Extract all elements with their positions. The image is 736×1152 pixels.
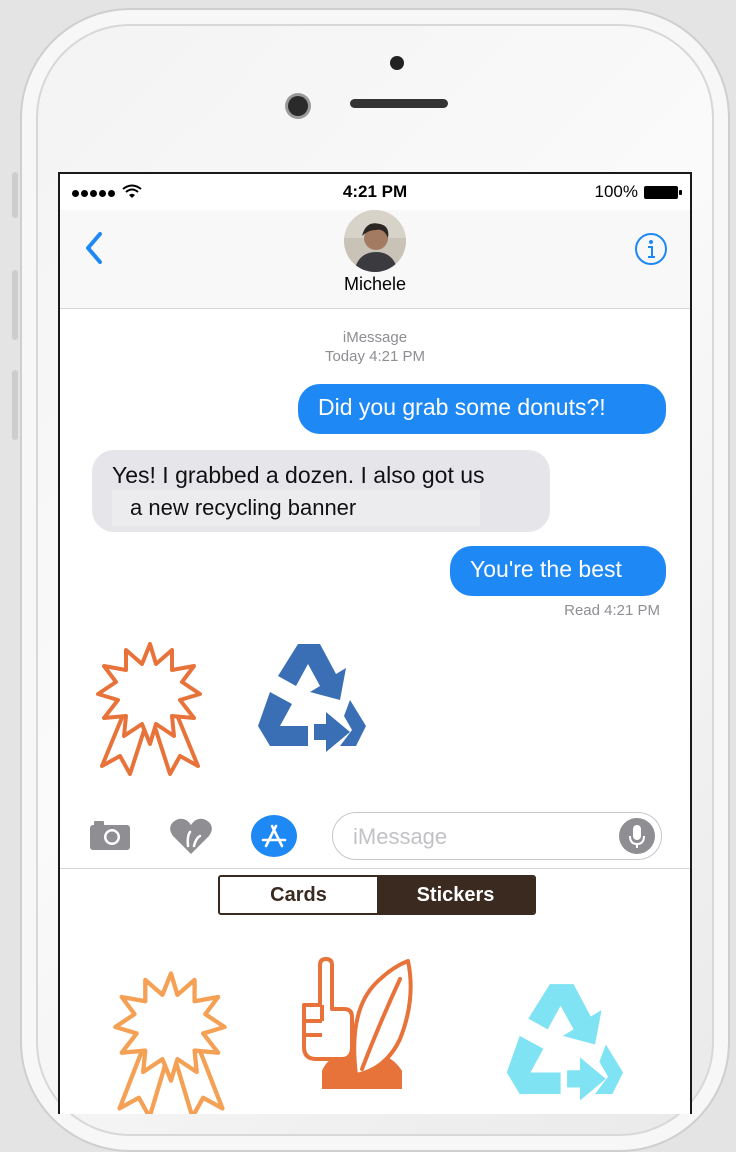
award-sticker[interactable]: [90, 638, 210, 778]
message-thread: iMessage Today 4:21 PM Did you grab some…: [60, 308, 690, 808]
message-text: Did you grab some donuts?!: [318, 394, 606, 420]
volume-up-button: [12, 270, 18, 340]
message-text: Yes! I grabbed a dozen. I also got us: [112, 462, 485, 488]
battery-status: 100%: [594, 182, 682, 202]
proximity-sensor: [390, 56, 404, 70]
outgoing-message[interactable]: Did you grab some donuts?!: [298, 384, 666, 434]
outgoing-message[interactable]: You're the best: [450, 546, 666, 596]
app-store-icon[interactable]: [250, 814, 298, 858]
phone-screen: 4:21 PM 100% Michele iMessage Today 4:21…: [58, 172, 692, 1114]
recycle-sticker-option[interactable]: [496, 973, 636, 1103]
camera-icon[interactable]: [88, 818, 132, 852]
message-text-overlay: a new recycling banner: [112, 490, 480, 526]
avatar[interactable]: [344, 210, 406, 272]
hand-leaf-sticker-option[interactable]: [292, 951, 422, 1101]
info-icon[interactable]: [634, 232, 668, 266]
sticker-tray: Cards Stickers: [60, 868, 690, 1114]
message-input-placeholder: iMessage: [353, 824, 448, 849]
tab-stickers[interactable]: Stickers: [377, 877, 534, 913]
mute-switch: [12, 172, 18, 218]
earpiece-speaker: [350, 99, 448, 108]
tray-segmented-control: Cards Stickers: [218, 875, 536, 915]
tab-cards[interactable]: Cards: [220, 877, 377, 913]
message-text: You're the best: [470, 556, 622, 582]
status-bar: 4:21 PM 100%: [60, 174, 690, 210]
microphone-icon: [629, 825, 645, 848]
battery-icon: [644, 185, 682, 199]
message-input[interactable]: iMessage: [332, 812, 662, 860]
front-camera: [288, 96, 308, 116]
digital-touch-icon[interactable]: [168, 816, 214, 856]
read-receipt: Read 4:21 PM: [564, 602, 660, 619]
microphone-button[interactable]: [619, 818, 655, 854]
award-sticker-option[interactable]: [106, 967, 236, 1114]
battery-percent: 100%: [594, 182, 638, 201]
back-chevron-icon[interactable]: [80, 228, 110, 268]
volume-down-button: [12, 370, 18, 440]
thread-meta: iMessage Today 4:21 PM: [60, 328, 690, 366]
conversation-header: Michele: [60, 210, 690, 309]
contact-name[interactable]: Michele: [60, 274, 690, 295]
service-label: iMessage: [342, 329, 408, 346]
thread-timestamp: Today 4:21 PM: [324, 348, 426, 365]
compose-bar: iMessage: [60, 808, 690, 868]
recycle-sticker[interactable]: [248, 634, 378, 754]
